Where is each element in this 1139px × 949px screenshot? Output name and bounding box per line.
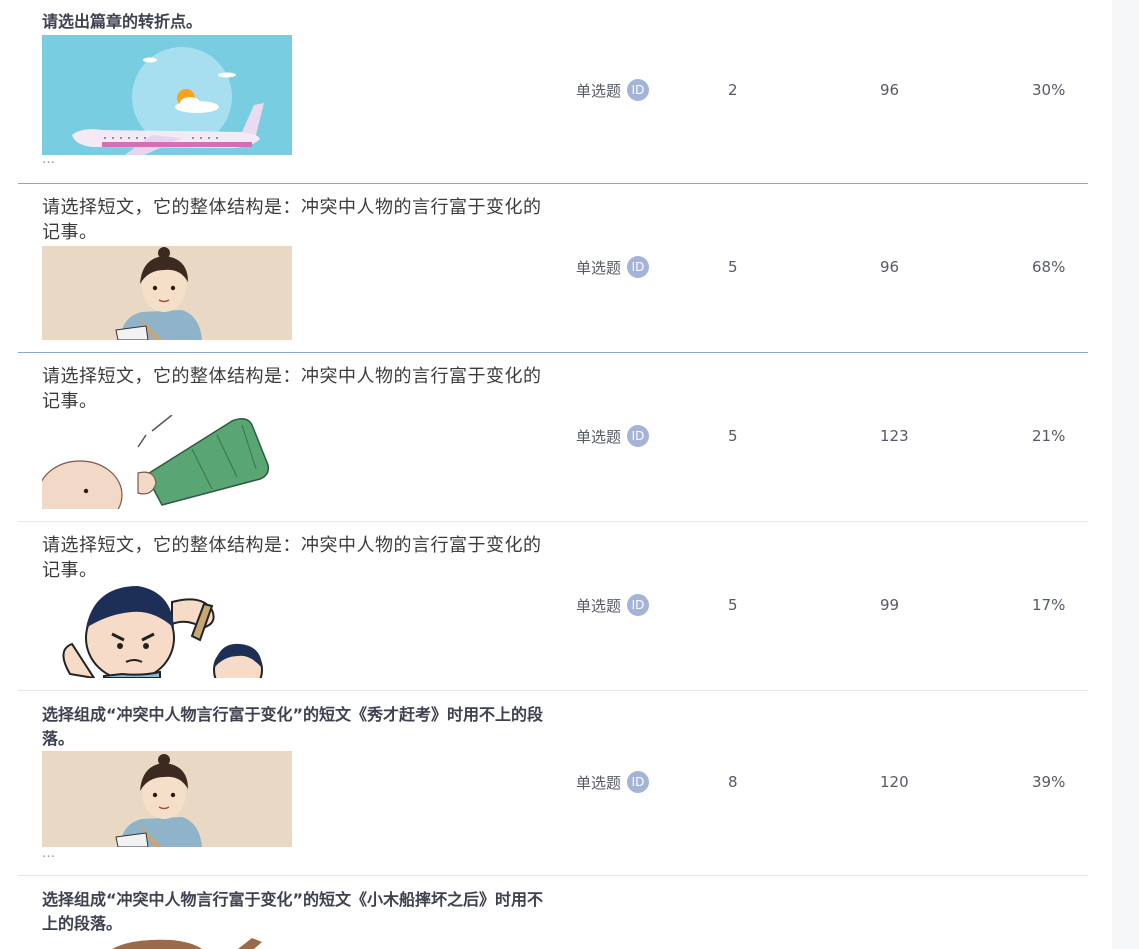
count-cell: 96 — [880, 258, 900, 276]
question-type-label: 单选题 — [576, 81, 622, 100]
id-badge[interactable]: ID — [627, 771, 650, 793]
question-type-label: 单选题 — [576, 258, 622, 277]
ellipsis: … — [42, 846, 55, 861]
ellipsis: … — [42, 152, 55, 167]
table-row: 选择组成“冲突中人物言行富于变化”的短文《秀才赶考》时用不上的段落。 … 单选题… — [18, 691, 1088, 876]
question-type: 单选题 ID — [576, 425, 650, 447]
rate-cell: 68% — [1032, 258, 1066, 276]
count-cell: 123 — [880, 427, 909, 445]
score-cell: 5 — [728, 427, 738, 445]
scrollbar[interactable] — [1112, 0, 1139, 949]
count-cell: 120 — [880, 773, 909, 791]
score-cell: 5 — [728, 596, 738, 614]
count-cell: 96 — [880, 81, 900, 99]
question-text[interactable]: 请选择短文，它的整体结构是：冲突中人物的言行富于变化的记事。 — [42, 364, 544, 414]
table-row: 请选择短文，它的整体结构是：冲突中人物的言行富于变化的记事。 单选题 ID 5 … — [18, 522, 1088, 691]
question-type: 单选题 ID — [576, 771, 650, 793]
count-cell: 99 — [880, 596, 900, 614]
question-type: 单选题 ID — [576, 594, 650, 616]
question-type: 单选题 ID — [576, 79, 650, 101]
table-row: 请选择短文，它的整体结构是：冲突中人物的言行富于变化的记事。 单选题 ID 5 … — [18, 353, 1088, 522]
id-badge[interactable]: ID — [627, 425, 650, 447]
question-text[interactable]: 请选出篇章的转折点。 — [42, 10, 544, 34]
score-cell: 2 — [728, 81, 738, 99]
scholar-reading-cartoon — [42, 246, 292, 340]
id-badge[interactable]: ID — [627, 594, 650, 616]
question-type: 单选题 ID — [576, 256, 650, 278]
rate-cell: 30% — [1032, 81, 1066, 99]
score-cell: 5 — [728, 258, 738, 276]
question-type-label: 单选题 — [576, 773, 622, 792]
question-stats-page: 请选出篇章的转折点。 … 单选题 ID 2 96 30% 请选择短文，它的整体结… — [0, 0, 1139, 949]
question-text[interactable]: 请选择短文，它的整体结构是：冲突中人物的言行富于变化的记事。 — [42, 533, 544, 583]
baby-drinking-bottle-cartoon — [42, 415, 292, 509]
table-row: 请选出篇章的转折点。 … 单选题 ID 2 96 30% — [18, 0, 1088, 184]
table-row: 请选择短文，它的整体结构是：冲突中人物的言行富于变化的记事。 单选题 ID 5 … — [18, 184, 1088, 353]
id-badge[interactable]: ID — [627, 256, 650, 278]
rate-cell: 17% — [1032, 596, 1066, 614]
question-text[interactable]: 选择组成“冲突中人物言行富于变化”的短文《秀才赶考》时用不上的段落。 — [42, 703, 544, 751]
rate-cell: 39% — [1032, 773, 1066, 791]
question-text[interactable]: 选择组成“冲突中人物言行富于变化”的短文《小木船摔坏之后》时用不上的段落。 — [42, 888, 544, 936]
question-type-label: 单选题 — [576, 427, 622, 446]
angry-kids-cartoon — [42, 584, 292, 678]
table-row: 选择组成“冲突中人物言行富于变化”的短文《小木船摔坏之后》时用不上的段落。 — [18, 876, 1088, 949]
rate-cell: 21% — [1032, 427, 1066, 445]
id-badge[interactable]: ID — [627, 79, 650, 101]
cartoon-partial — [42, 938, 292, 949]
airplane-sky-illustration — [42, 35, 292, 155]
scholar-reading-cartoon — [42, 751, 292, 847]
question-text[interactable]: 请选择短文，它的整体结构是：冲突中人物的言行富于变化的记事。 — [42, 195, 544, 245]
score-cell: 8 — [728, 773, 738, 791]
question-type-label: 单选题 — [576, 596, 622, 615]
